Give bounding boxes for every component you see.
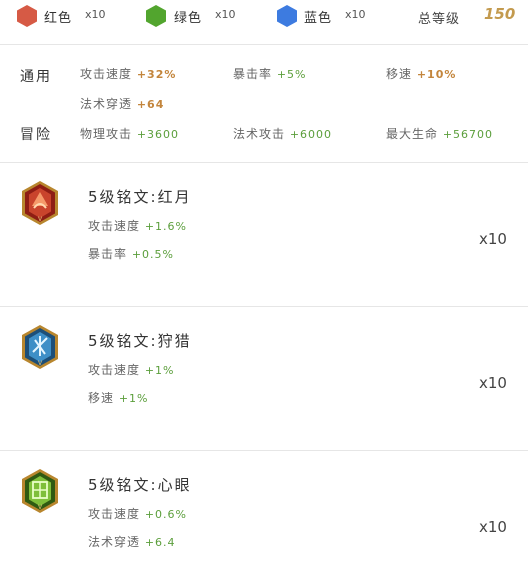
green-rune-count: x10 xyxy=(215,8,236,21)
header-divider xyxy=(0,44,528,45)
rune-stat: 移速 +1% xyxy=(88,389,149,406)
rune-stat: 法术穿透 +6.4 xyxy=(88,533,176,550)
rune-stat: 攻击速度 +1.6% xyxy=(88,217,187,234)
blue-rune-hex-icon xyxy=(277,5,297,27)
hunt-rune-icon: V xyxy=(22,325,58,369)
stat-magic-pen: 法术穿透 +64 xyxy=(80,95,164,112)
stat-value: +32% xyxy=(136,68,177,81)
total-level-label: 总等级 xyxy=(418,12,461,27)
stat-label: 暴击率 xyxy=(233,67,273,81)
stat-magic-attack: 法术攻击 +6000 xyxy=(233,125,332,142)
blue-rune-count: x10 xyxy=(345,8,366,21)
rune-stat-value: +1% xyxy=(118,392,149,405)
stat-label: 法术攻击 xyxy=(233,127,286,141)
stat-label: 最大生命 xyxy=(386,127,439,141)
stat-crit-rate: 暴击率 +5% xyxy=(233,65,307,82)
rune-quantity: x10 xyxy=(479,230,507,248)
rune-stat-value: +0.5% xyxy=(131,248,175,261)
rune-stat-value: +6.4 xyxy=(144,536,176,549)
rune-stat-label: 攻击速度 xyxy=(88,219,141,233)
rune-divider xyxy=(0,306,528,307)
stat-move-speed: 移速 +10% xyxy=(386,65,456,82)
stat-value: +10% xyxy=(416,68,457,81)
stat-value: +56700 xyxy=(442,128,494,141)
rune-stat: 攻击速度 +1% xyxy=(88,361,175,378)
stat-label: 物理攻击 xyxy=(80,127,133,141)
red-rune-count: x10 xyxy=(85,8,106,21)
stat-value: +3600 xyxy=(136,128,180,141)
rune-stat: 暴击率 +0.5% xyxy=(88,245,174,262)
rune-stat-label: 法术穿透 xyxy=(88,535,141,549)
red-rune-label: 红色 xyxy=(44,11,73,26)
rune-stat-label: 暴击率 xyxy=(88,247,128,261)
rune-stat: 攻击速度 +0.6% xyxy=(88,505,187,522)
rune-quantity: x10 xyxy=(479,518,507,536)
rune-stat-label: 移速 xyxy=(88,391,115,405)
stat-label: 移速 xyxy=(386,67,413,81)
rune-stat-label: 攻击速度 xyxy=(88,363,141,377)
rune-title: 5级铭文:心眼 xyxy=(88,476,192,494)
rune-quantity: x10 xyxy=(479,374,507,392)
rune-title: 5级铭文:红月 xyxy=(88,188,192,206)
rune-divider xyxy=(0,450,528,451)
rune-stat-value: +1% xyxy=(144,364,175,377)
red-moon-rune-icon: V xyxy=(22,181,58,225)
stat-value: +64 xyxy=(136,98,165,111)
stat-max-hp: 最大生命 +56700 xyxy=(386,125,493,142)
mind-eye-rune-icon: V xyxy=(22,469,58,513)
rune-stat-label: 攻击速度 xyxy=(88,507,141,521)
rune-stat-value: +0.6% xyxy=(144,508,188,521)
stat-attack-speed: 攻击速度 +32% xyxy=(80,65,176,82)
rune-title: 5级铭文:狩猎 xyxy=(88,332,192,350)
blue-rune-label: 蓝色 xyxy=(304,11,333,26)
general-category-label: 通用 xyxy=(20,69,52,85)
stat-value: +6000 xyxy=(289,128,333,141)
adventure-category-label: 冒险 xyxy=(20,127,52,143)
stats-divider xyxy=(0,162,528,163)
stat-label: 攻击速度 xyxy=(80,67,133,81)
green-rune-hex-icon xyxy=(146,5,166,27)
stat-phys-attack: 物理攻击 +3600 xyxy=(80,125,179,142)
red-rune-hex-icon xyxy=(17,5,37,27)
green-rune-label: 绿色 xyxy=(174,11,203,26)
stat-value: +5% xyxy=(276,68,307,81)
total-level-value: 150 xyxy=(484,5,516,23)
stat-label: 法术穿透 xyxy=(80,97,133,111)
rune-stat-value: +1.6% xyxy=(144,220,188,233)
